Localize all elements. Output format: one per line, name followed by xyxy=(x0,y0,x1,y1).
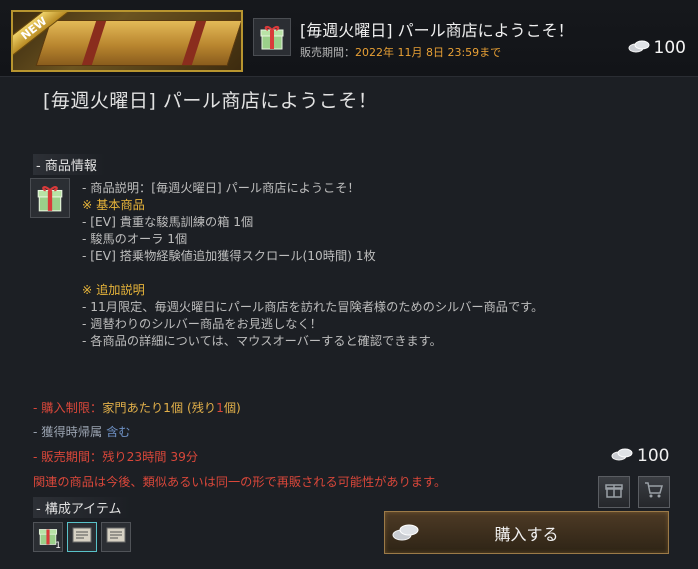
scroll-icon xyxy=(70,524,94,550)
header-price: 100 xyxy=(628,38,686,58)
purchase-limit: - 購入制限：家門あたり1個 (残り1個) xyxy=(33,398,241,416)
component-slot[interactable] xyxy=(67,522,97,552)
bind-on-acquire: - 獲得時帰属 含む xyxy=(33,422,130,440)
resale-note: 関連の商品は今後、類似あるいは同一の形で再販される可能性があります。 xyxy=(33,475,447,489)
gift-button[interactable] xyxy=(598,476,630,508)
component-items: 1 xyxy=(33,522,131,552)
description-line: - [EV] 搭乗物経験値追加獲得スクロール(10時間) 1枚 xyxy=(82,249,376,263)
basic-items-heading: ※ 基本商品 xyxy=(82,198,145,212)
sale-period-value: 残り23時間 39分 xyxy=(102,450,199,464)
component-slot[interactable]: 1 xyxy=(33,522,63,552)
gift-box-icon[interactable] xyxy=(30,178,70,218)
gift-box-icon xyxy=(253,18,291,56)
purchase-price-value: 100 xyxy=(637,446,670,466)
product-info-header: - 商品情報 xyxy=(33,154,105,175)
bind-value: 含む xyxy=(106,425,131,439)
scroll-icon xyxy=(104,524,128,550)
sale-period: - 販売期間：残り23時間 39分 xyxy=(33,447,198,465)
gift-icon xyxy=(605,481,623,503)
item-header: NEW [毎週火曜日] パール商店にようこそ！ 販売期間：2022年 11月 8… xyxy=(0,0,698,77)
buy-button-label: 購入する xyxy=(494,524,559,544)
header-price-value: 100 xyxy=(653,38,686,58)
components-header: - 構成アイテム xyxy=(33,497,130,518)
bind-label: - 獲得時帰属 xyxy=(33,425,107,439)
description-line: - 週替わりのシルバー商品をお見逃しなく！ xyxy=(82,317,322,331)
purchase-limit-end: 個) xyxy=(223,401,241,415)
product-description: - 商品説明：[毎週火曜日] パール商店にようこそ！ ※ 基本商品 - [EV]… xyxy=(82,180,543,350)
header-sale-period: 販売期間：2022年 11月 8日 23:59まで xyxy=(300,44,501,60)
description-line: - 駿馬のオーラ 1個 xyxy=(82,232,188,246)
add-to-cart-button[interactable] xyxy=(638,476,670,508)
silver-coin-icon xyxy=(628,38,650,58)
buy-button[interactable]: 購入する xyxy=(384,511,669,554)
sale-date: 2022年 11月 8日 23:59まで xyxy=(355,46,502,59)
purchase-price: 100 xyxy=(611,446,669,466)
crate-image xyxy=(35,20,241,66)
description-line: - 各商品の詳細については、マウスオーバーすると確認できます。 xyxy=(82,334,442,348)
product-title: [毎週火曜日] パール商店にようこそ！ xyxy=(43,90,378,112)
header-title: [毎週火曜日] パール商店にようこそ！ xyxy=(300,21,574,40)
component-slot[interactable] xyxy=(101,522,131,552)
purchase-limit-remaining: 1 xyxy=(216,401,224,415)
sale-label: 販売期間： xyxy=(300,46,355,59)
silver-coin-icon xyxy=(611,446,633,466)
description-line: - [EV] 貴重な駿馬訓練の箱 1個 xyxy=(82,215,254,229)
description-line: - 商品説明：[毎週火曜日] パール商店にようこそ！ xyxy=(82,181,360,195)
item-banner-image: NEW xyxy=(11,10,243,72)
silver-coin-icon xyxy=(391,520,421,548)
purchase-limit-value: 家門あたり1個 (残り xyxy=(102,401,217,415)
component-qty: 1 xyxy=(55,541,61,551)
purchase-limit-label: - 購入制限： xyxy=(33,401,103,415)
sale-period-label: - 販売期間： xyxy=(33,450,103,464)
cart-icon xyxy=(644,481,664,503)
description-line: - 11月限定、毎週火曜日にパール商店を訪れた冒険者様のためのシルバー商品です。 xyxy=(82,300,544,314)
additional-info-heading: ※ 追加説明 xyxy=(82,283,145,297)
